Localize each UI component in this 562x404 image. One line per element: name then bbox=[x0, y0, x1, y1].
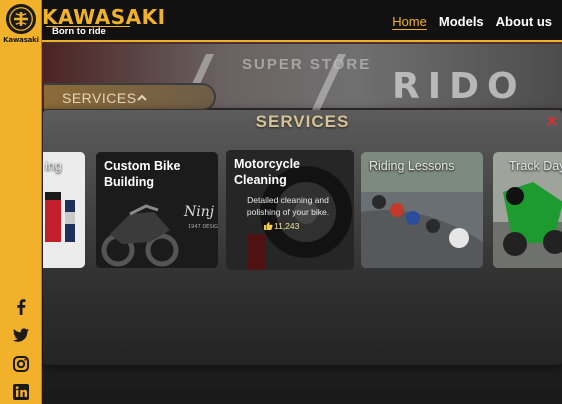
main-nav: Home Models About us bbox=[392, 14, 552, 29]
card-title: Track Day bbox=[509, 159, 562, 173]
top-navbar: KAWASAKI Born to ride Home Models About … bbox=[42, 0, 562, 42]
instagram-icon[interactable] bbox=[11, 354, 31, 374]
linkedin-icon[interactable] bbox=[11, 382, 31, 402]
card-likes-count: 11,243 bbox=[274, 221, 300, 231]
facebook-icon[interactable] bbox=[11, 297, 31, 317]
card-title: ing bbox=[45, 159, 62, 173]
service-card-custom-bike[interactable]: Ninj 1947 DESIGN Custom Bike Building bbox=[96, 152, 218, 268]
hero-ride-text: RIDO bbox=[392, 66, 526, 107]
hero-store-text: SUPER STORE bbox=[242, 56, 372, 73]
card-title: Motorcycle Cleaning bbox=[234, 157, 300, 187]
twitter-icon[interactable] bbox=[11, 325, 31, 345]
card-title: Riding Lessons bbox=[369, 159, 455, 173]
nav-home-link[interactable]: Home bbox=[392, 14, 427, 29]
services-toggle-label: SERVICES bbox=[62, 90, 137, 106]
nav-about-link[interactable]: About us bbox=[496, 14, 552, 29]
thumbs-up-icon[interactable] bbox=[263, 221, 273, 231]
kawasaki-logo-icon[interactable] bbox=[6, 4, 36, 34]
services-modal: SERVICES ing Ninj 1947 DESIGN Custom Bik… bbox=[43, 110, 562, 365]
service-card-partial-left[interactable]: ing bbox=[43, 152, 85, 268]
card-title: Custom Bike Building bbox=[104, 159, 181, 189]
svg-text:Ninj: Ninj bbox=[183, 204, 215, 220]
modal-title: SERVICES bbox=[255, 112, 350, 131]
close-icon[interactable] bbox=[546, 115, 558, 127]
service-card-track-day[interactable]: Track Day bbox=[493, 152, 562, 268]
card-description: Detailed cleaning and polishing of your … bbox=[246, 195, 330, 217]
chevron-up-icon bbox=[137, 94, 147, 101]
service-card-cleaning[interactable]: Motorcycle Cleaning Detailed cleaning an… bbox=[226, 150, 354, 270]
nav-models-link[interactable]: Models bbox=[439, 14, 484, 29]
brand-tagline: Born to ride bbox=[52, 26, 106, 37]
services-toggle-button[interactable]: SERVICES bbox=[44, 83, 216, 111]
svg-text:1947 DESIGN: 1947 DESIGN bbox=[188, 224, 218, 230]
sidebar-brand-label: Kawasaki bbox=[3, 36, 39, 44]
service-card-riding-lessons[interactable]: Riding Lessons bbox=[361, 152, 483, 268]
sidebar: Kawasaki bbox=[0, 0, 42, 404]
